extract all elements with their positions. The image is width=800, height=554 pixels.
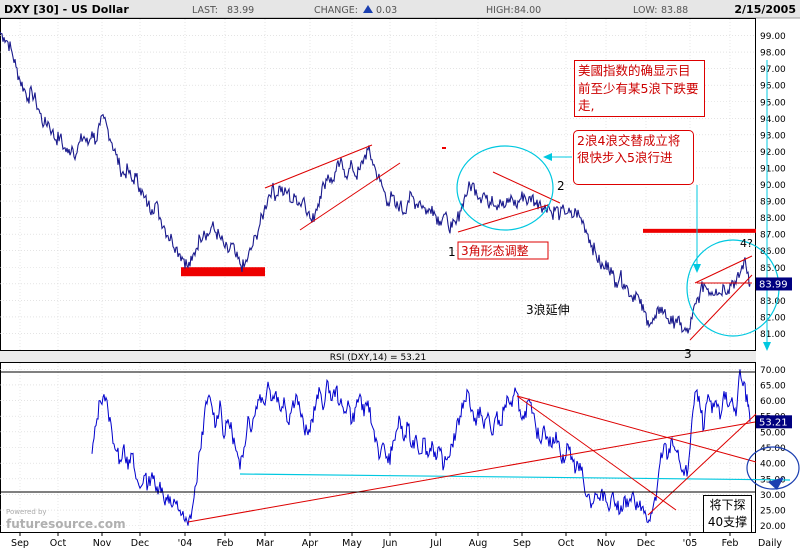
price-tick-label: 87.00 bbox=[760, 231, 786, 241]
x-tick-label: Nov bbox=[93, 538, 112, 549]
rsi-tick-label: 50.00 bbox=[760, 428, 786, 438]
rsi-tick-label: 60.00 bbox=[760, 397, 786, 407]
rsi-note-text: 将下探40支撑 bbox=[707, 498, 748, 529]
x-tick-label: '04 bbox=[178, 538, 193, 549]
high-value: 84.00 bbox=[514, 5, 541, 16]
high-label: HIGH: bbox=[486, 5, 514, 16]
rsi-tick-label: 65.00 bbox=[760, 381, 786, 391]
price-tick-label: 81.00 bbox=[760, 330, 786, 340]
price-tick-label: 98.00 bbox=[760, 49, 786, 59]
change-label: CHANGE: bbox=[314, 5, 358, 16]
symbol-title: DXY [30] - US Dollar bbox=[4, 3, 129, 16]
price-tick-label: 95.00 bbox=[760, 98, 786, 108]
x-tick-label: Apr bbox=[302, 538, 319, 549]
rsi-tick-label: 40.00 bbox=[760, 460, 786, 470]
x-tick-label: Jul bbox=[429, 538, 441, 549]
watermark-powered-by: Powered by bbox=[6, 508, 47, 516]
x-tick-label: Feb bbox=[722, 538, 739, 549]
note-wave-box: 2浪4浪交替成立将很快步入5浪行进 bbox=[573, 130, 694, 185]
price-tick-label: 97.00 bbox=[760, 65, 786, 75]
rsi-title: RSI (DXY,14) = 53.21 bbox=[330, 353, 426, 363]
x-tick-label: Oct bbox=[558, 538, 575, 549]
note-top-box: 美國指数的确显示目前至少有某5浪下跌要走, bbox=[574, 60, 705, 117]
wave3-extension-label: 3浪延伸 bbox=[526, 302, 570, 317]
low-value: 83.88 bbox=[661, 5, 688, 16]
price-tick-label: 82.00 bbox=[760, 313, 786, 323]
x-tick-label: Dec bbox=[131, 538, 149, 549]
note-top-text: 美國指数的确显示目前至少有某5浪下跌要走, bbox=[578, 63, 699, 113]
x-tick-label: Feb bbox=[217, 538, 234, 549]
wave-3-label: 3 bbox=[684, 347, 692, 361]
rsi-tick-label: 25.00 bbox=[760, 507, 786, 517]
price-tick-label: 96.00 bbox=[760, 82, 786, 92]
price-tick-label: 99.00 bbox=[760, 32, 786, 42]
x-tick-label: Aug bbox=[469, 538, 488, 549]
x-tick-label: Nov bbox=[597, 538, 616, 549]
rsi-tick-label: 70.00 bbox=[760, 366, 786, 376]
support-bar-left bbox=[181, 267, 265, 277]
wave-4-label: 4? bbox=[740, 237, 753, 250]
x-tick-label: Dec bbox=[637, 538, 655, 549]
change-value: 0.03 bbox=[376, 5, 397, 16]
wave-2-label: 2 bbox=[557, 179, 565, 193]
price-tick-label: 93.00 bbox=[760, 131, 786, 141]
chart-root: DXY [30] - US Dollar LAST: 83.99 CHANGE:… bbox=[0, 0, 800, 550]
x-tick-label: Sep bbox=[11, 538, 29, 549]
last-value: 83.99 bbox=[227, 5, 254, 16]
price-tick-label: 90.00 bbox=[760, 181, 786, 191]
last-label: LAST: bbox=[192, 5, 218, 16]
rsi-tick-label: 45.00 bbox=[760, 444, 786, 454]
note-wave-text: 2浪4浪交替成立将很快步入5浪行进 bbox=[577, 133, 681, 165]
triangle-label: 3角形态调整 bbox=[461, 243, 529, 258]
price-tick-label: 83.00 bbox=[760, 297, 786, 307]
x-tick-label: Jun bbox=[382, 538, 398, 549]
low-label: LOW: bbox=[633, 5, 657, 16]
x-tick-label: Sep bbox=[513, 538, 531, 549]
rsi-tick-label: 20.00 bbox=[760, 522, 786, 532]
rsi-last-value: 53.21 bbox=[759, 417, 788, 428]
resistance-bar-right bbox=[643, 228, 756, 233]
x-tick-label: Mar bbox=[256, 538, 274, 549]
header-date: 2/15/2005 bbox=[734, 3, 796, 16]
watermark-brand: futuresource.com bbox=[6, 517, 126, 531]
wave-1-label: 1 bbox=[448, 245, 456, 259]
x-tick-label: Oct bbox=[50, 538, 67, 549]
rsi-axis: 20.0025.0030.0035.0040.0045.0050.0055.00… bbox=[760, 366, 786, 532]
red-tick-mark bbox=[442, 147, 446, 149]
price-last-value: 83.99 bbox=[759, 279, 788, 290]
price-tick-label: 94.00 bbox=[760, 115, 786, 125]
price-tick-label: 89.00 bbox=[760, 198, 786, 208]
price-tick-label: 91.00 bbox=[760, 164, 786, 174]
x-tick-label: May bbox=[342, 538, 362, 549]
price-tick-label: 92.00 bbox=[760, 148, 786, 158]
price-tick-label: 88.00 bbox=[760, 214, 786, 224]
rsi-tick-label: 30.00 bbox=[760, 491, 786, 501]
x-tick-label: Daily bbox=[758, 538, 782, 549]
x-tick-label: '05 bbox=[683, 538, 698, 549]
rsi-note-box: 将下探40支撑 bbox=[703, 495, 752, 533]
